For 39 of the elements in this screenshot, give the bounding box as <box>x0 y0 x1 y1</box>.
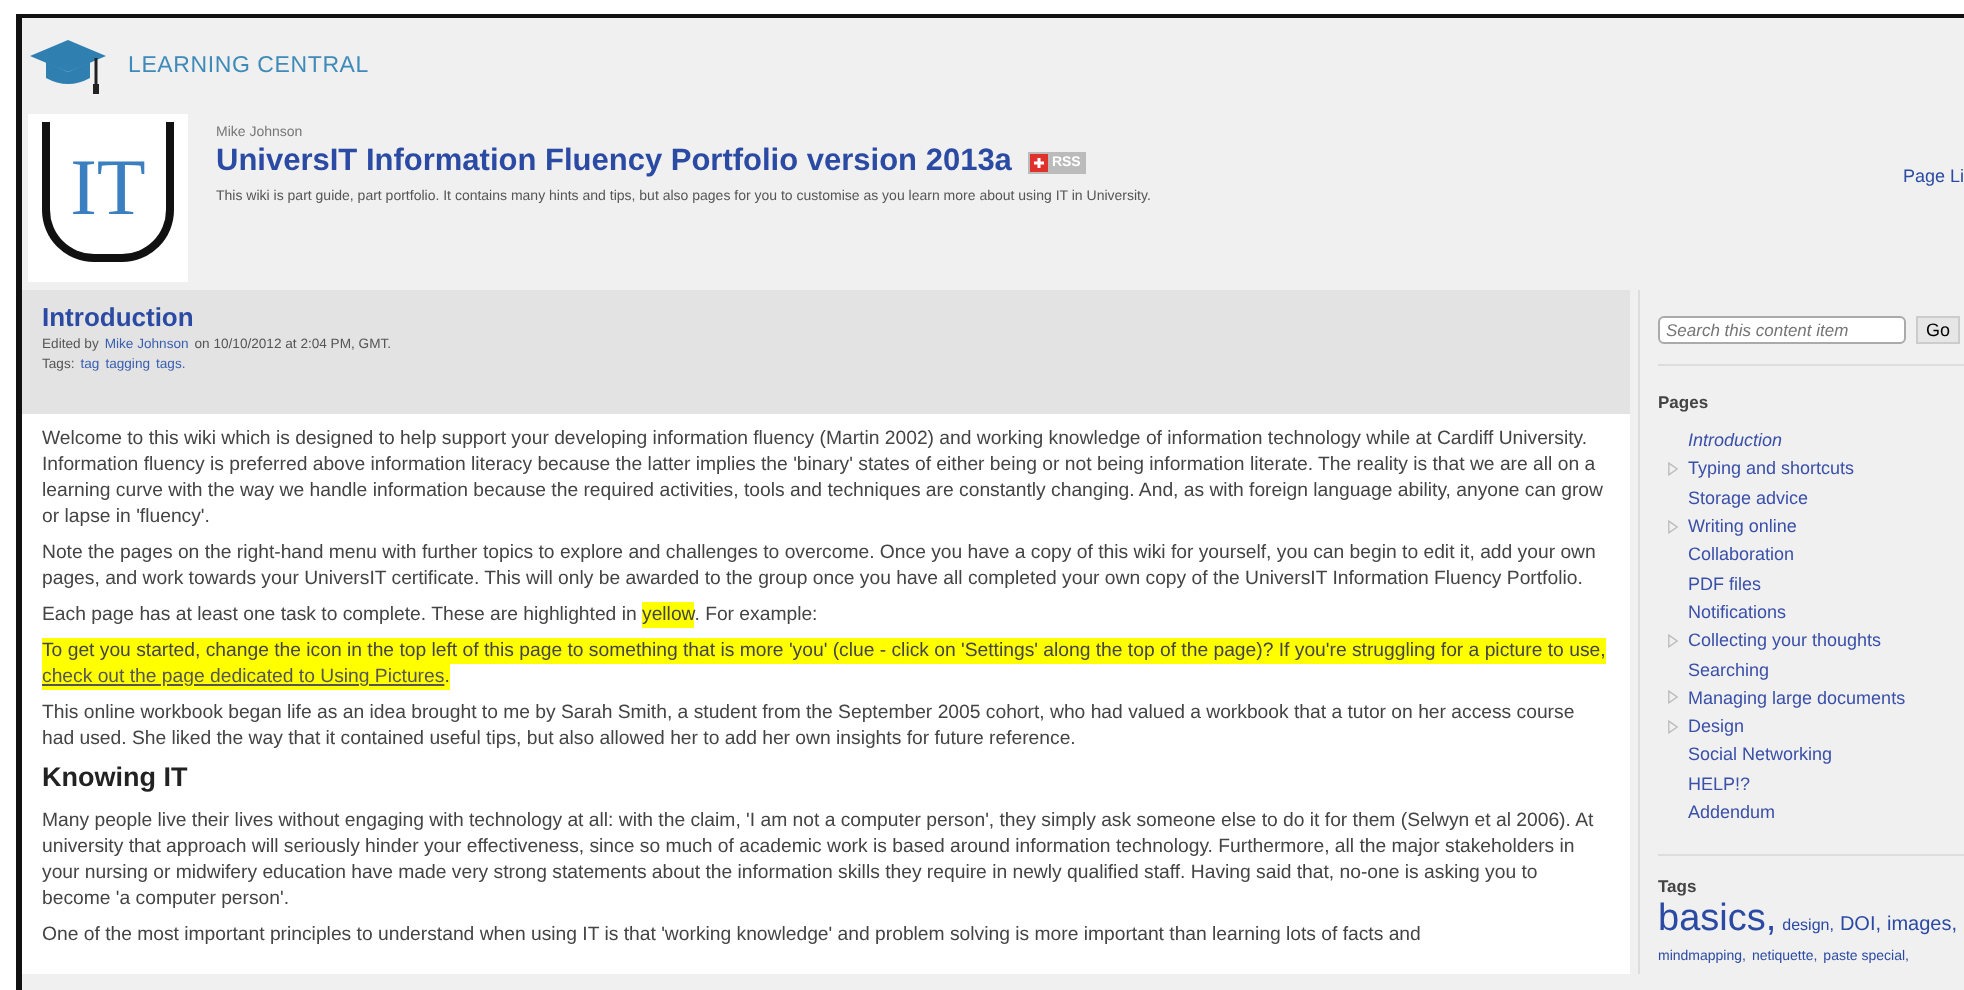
wiki-title: UniversIT Information Fluency Portfolio version 2013a <box>216 144 1012 180</box>
graduation-cap-icon <box>28 36 108 96</box>
page-link[interactable]: Managing large documents <box>1688 687 1906 708</box>
site-name[interactable]: LEARNING CENTRAL <box>128 54 369 78</box>
expand-arrow-icon[interactable] <box>1668 461 1678 476</box>
paragraph: One of the most important principles to understand when using IT is that 'working knowledge' and problem solving is more important than learning lots of facts and <box>42 922 1423 948</box>
paragraph: This online workbook began life as an idea brought to me by Sarah Smith, a student from the September 2005 cohort, who had valued a workbook that a tutor on her access course had used. She liked the way that it contained useful tips, but also allowed her to add her own insights for future reference. <box>42 700 1577 752</box>
wiki-logo: IT <box>28 114 188 282</box>
page-link[interactable]: Social Networking <box>1688 744 1833 765</box>
tags-heading: Tags <box>1658 876 1699 897</box>
page-link[interactable]: Introduction <box>1688 430 1783 451</box>
tag-link[interactable]: images, <box>1887 910 1958 943</box>
expand-arrow-icon[interactable] <box>1668 519 1678 534</box>
paragraph: Many people live their lives without engaging with technology at all: with the claim, 'I am not a computer person', they simply ask someone else to do it for them (Selwyn et al 2006). At university that approach will seriously hinder your effectiveness, since so much of academic work is based around information technology. Furthermore, all the major stakeholders in your nursing or midwifery education have made very strong statements about the information skills they require in newly qualified staff. Having said that, no-one is asking you to become 'a computer person'. <box>42 808 1596 912</box>
page-link[interactable]: Notifications <box>1688 601 1787 622</box>
article-title: Introduction <box>42 302 196 332</box>
page-link[interactable]: Collaboration <box>1688 544 1795 565</box>
page-link[interactable]: PDF files <box>1688 573 1762 594</box>
search-field[interactable]: Search this content item <box>1658 316 1906 344</box>
page-link[interactable]: Storage advice <box>1688 487 1809 508</box>
page-link[interactable]: Collecting your thoughts <box>1688 630 1882 651</box>
pictures-link[interactable]: check out the page dedicated to Using Pictures <box>42 666 445 688</box>
tag-link[interactable]: DOI, <box>1839 910 1881 943</box>
page-link[interactable]: Writing online <box>1688 516 1797 537</box>
section-heading: Knowing IT <box>42 762 190 792</box>
pages-heading: Pages <box>1658 392 1711 412</box>
tag-link[interactable]: basics, <box>1658 904 1777 937</box>
page-link[interactable]: HELP!? <box>1688 773 1751 794</box>
page-link[interactable]: Searching <box>1688 659 1770 680</box>
go-button[interactable]: Go <box>1916 316 1961 344</box>
tag-link[interactable]: design, <box>1782 910 1834 943</box>
page-link[interactable]: Typing and shortcuts <box>1688 458 1855 479</box>
expand-arrow-icon[interactable] <box>1668 633 1678 648</box>
page-list-link[interactable]: Page Li <box>1902 166 1964 186</box>
paragraph: Note the pages on the right-hand menu with further topics to explore and challenges to overcome. Once you have a copy of this wiki for yourself, you can begin to edit it, add your own pages, and work towards your UniversIT certificate. This will only be awarded to the group once you have all completed your own copy of the UniversIT Information Fluency Portfolio. <box>42 540 1598 592</box>
page-link[interactable]: Design <box>1688 716 1745 737</box>
page-link[interactable]: Addendum <box>1688 802 1776 822</box>
task-paragraph: To get you started, change the icon in the top left of this page to something that is more 'you' (clue - click on 'Settings' along the top of the page)? If you're struggling for a picture to use, check out the page dedicated to Using Pictures. <box>42 638 1608 690</box>
paragraph: Welcome to this wiki which is designed to help support your developing information fluency (Martin 2002) and working knowledge of information technology while at Cardiff University. Information fluency is preferred above information literacy because the latter implies the 'binary' states of either being or not being information literate. The reality is that we are all on a learning curve with the way we handle information because the required activities, tools and techniques are constantly changing. And, as with foreign language ability, anyone can grow or lapse in 'fluency'. <box>42 426 1605 530</box>
